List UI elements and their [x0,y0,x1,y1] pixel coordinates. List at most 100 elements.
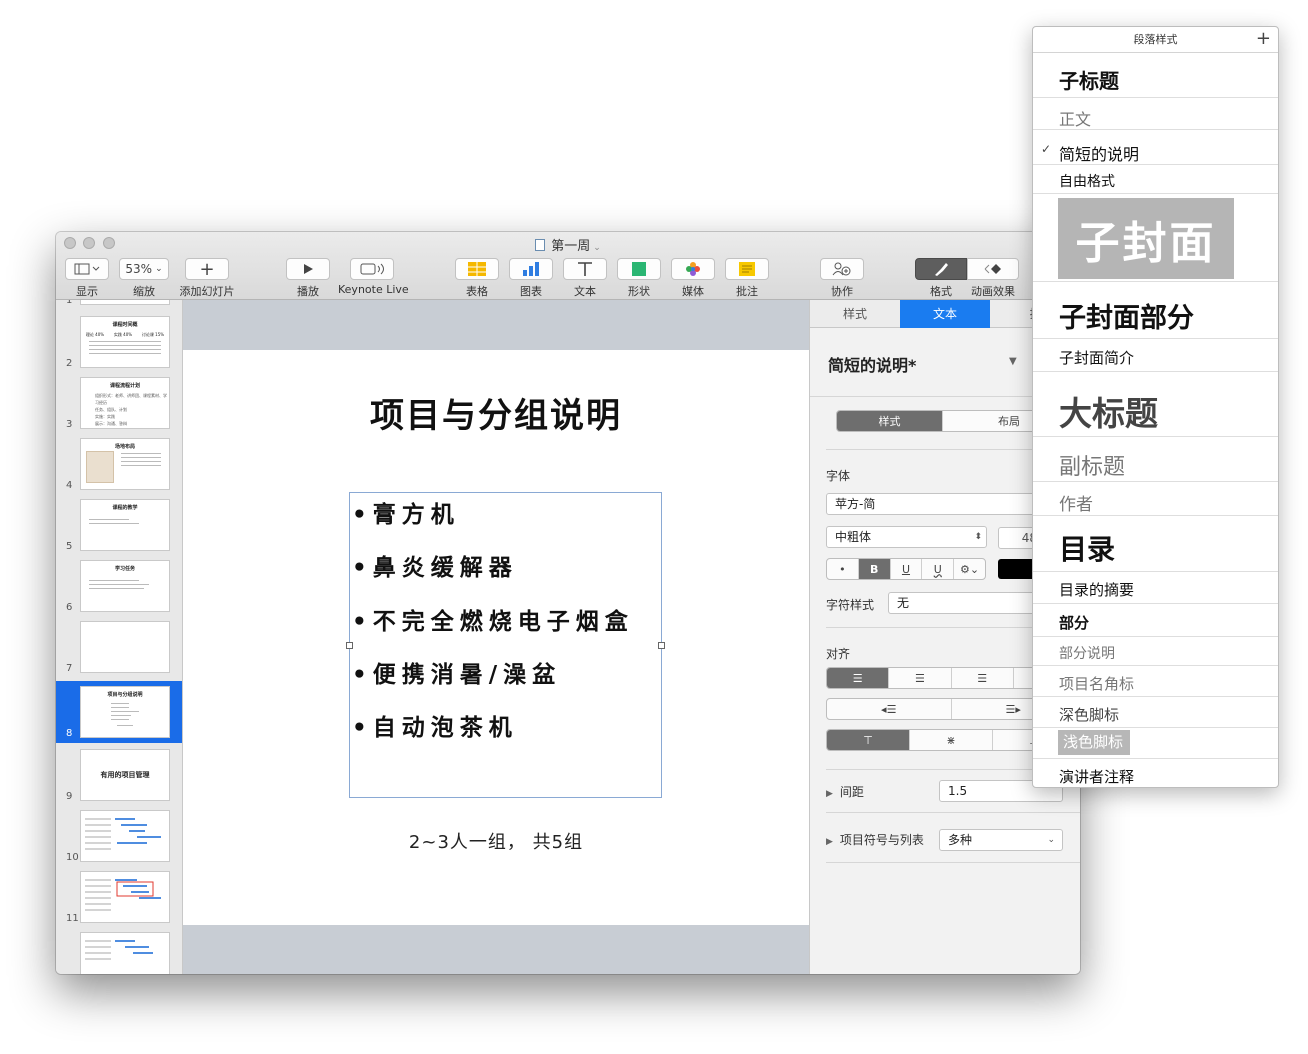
gear-icon[interactable]: ⚙⌄ [954,559,985,579]
style-item-section[interactable]: 部分 [1033,604,1278,637]
comment-button[interactable]: 批注 [724,258,770,299]
font-family-select[interactable]: 苹方-简 [826,493,1066,515]
bullet-item[interactable]: •便携消暑/澡盆 [352,655,561,689]
style-item-subtitle[interactable]: 子标题 [1033,53,1278,98]
char-style-label: 字符样式 [826,598,875,612]
bullets-lists-section[interactable]: ▶ 项目符号与列表 [826,831,924,848]
table-icon [468,262,486,276]
chevron-down-icon: ⌄ [1047,835,1055,845]
slide-title[interactable]: 项目与分组说明 [183,388,809,437]
style-item-body[interactable]: 正文 [1033,98,1278,130]
slide-thumbnail-12[interactable]: 12 [56,929,182,974]
align-right-icon[interactable]: ☰ [952,668,1014,688]
keynote-live-icon [360,263,384,275]
keynote-live-button[interactable]: Keynote Live [338,258,409,296]
underline-button[interactable]: U [891,559,923,579]
bullets-select[interactable]: 多种 ⌄ [939,829,1063,851]
paragraph-style-name[interactable]: 简短的说明* [828,352,916,376]
comment-icon [739,262,755,276]
style-item-freeform[interactable]: 自由格式 [1033,165,1278,194]
style-item-dark-footer[interactable]: 深色脚标 [1033,697,1278,728]
gantt-chart-image [85,818,161,850]
font-weight-select[interactable]: 中粗体 ⬍ [826,526,987,548]
align-left-icon[interactable]: ☰ [827,668,890,688]
bullet-item[interactable]: •不完全燃烧电子烟盒 [352,602,634,636]
bullet-text-box[interactable]: •膏方机 •鼻炎缓解器 •不完全燃烧电子烟盒 •便携消暑/澡盆 •自动泡茶机 [346,492,665,798]
gantt-chart-image [85,879,161,911]
subtab-style[interactable]: 样式 [837,411,943,431]
bullet-style-button[interactable]: • [827,559,859,579]
style-item-section-desc[interactable]: 部分说明 [1033,637,1278,666]
resize-handle[interactable] [658,642,665,649]
bullet-item[interactable]: •自动泡茶机 [352,708,518,742]
document-icon [535,239,546,251]
slide-thumbnail-4[interactable]: 场地布局 4 [56,435,182,495]
gantt-chart-image [85,940,153,960]
style-item-subheading[interactable]: 副标题 [1033,437,1278,482]
view-icon [74,263,100,275]
slide-thumbnail-10[interactable]: 10 [56,807,182,867]
table-button[interactable]: 表格 [454,258,500,299]
map-image [86,451,114,483]
tab-text[interactable]: 文本 [900,300,990,328]
style-item-toc-summary[interactable]: 目录的摘要 [1033,572,1278,604]
style-item-project-corner[interactable]: 项目名角标 [1033,666,1278,697]
style-item-sub-cover-section[interactable]: 子封面部分 [1033,282,1278,339]
tab-style[interactable]: 样式 [810,300,900,328]
format-button[interactable]: 格式 [915,258,967,299]
bold-button[interactable]: B [858,559,891,579]
resize-handle[interactable] [346,642,353,649]
media-button[interactable]: 媒体 [670,258,716,299]
plus-icon[interactable]: + [185,258,229,280]
slide-thumbnail-11[interactable]: 11 [56,868,182,928]
slide-thumbnail-2[interactable]: 课程时间概 理论 40% 实践 40% 讨论课 15% 2 [56,313,182,373]
add-slide-button[interactable]: + 添加幻灯片 [178,258,236,299]
style-item-big-title[interactable]: 大标题 [1033,372,1278,437]
slide-caption[interactable]: 2~3人一组， 共5组 [183,828,809,854]
align-center-icon[interactable]: ☰ [889,668,952,688]
updown-arrows-icon: ⬍ [974,532,982,542]
slide-thumbnail-6[interactable]: 学习任务 6 [56,557,182,617]
chart-icon [523,262,539,276]
triangle-down-icon[interactable]: ▼ [1009,356,1017,367]
disclosure-triangle-icon: ▶ [826,837,833,847]
slide-navigator[interactable]: 1 课程时间概 理论 40% 实践 40% 讨论课 15% 2 课程流程计划 组… [56,300,183,974]
slide[interactable]: 项目与分组说明 •膏方机 •鼻炎缓解器 •不完全燃烧电子烟盒 •便携消暑/澡盆 … [183,350,809,925]
shape-button[interactable]: 形状 [616,258,662,299]
text-button[interactable]: 文本 [562,258,608,299]
zoom-menu[interactable]: 53% ⌄ 缩放 [118,258,170,299]
animate-button[interactable]: 动画效果 [967,258,1019,299]
bullet-item[interactable]: •膏方机 [352,495,460,529]
align-middle-icon[interactable]: ⋇ [910,730,993,750]
slide-thumbnail-7[interactable]: 7 [56,618,182,678]
play-icon [304,264,313,274]
slide-thumbnail-5[interactable]: 课程的教学 5 [56,496,182,556]
decrease-indent-icon[interactable]: ◂☰ [827,699,952,719]
view-menu[interactable]: 显示 [64,258,110,299]
bullet-item[interactable]: •鼻炎缓解器 [352,548,518,582]
window-title[interactable]: 第一周 ⌄ [56,235,1080,254]
style-item-toc[interactable]: 目录 [1033,516,1278,572]
zoom-value: 53% [125,262,153,276]
font-style-buttons[interactable]: • B U U ⚙⌄ [826,558,986,580]
style-item-sub-cover[interactable]: 子封面 [1033,194,1278,282]
add-style-button[interactable]: + [1256,27,1271,51]
slide-thumbnail-8[interactable]: 项目与分组说明 8 [56,681,182,743]
style-item-author[interactable]: 作者 [1033,482,1278,516]
slide-canvas[interactable]: 项目与分组说明 •膏方机 •鼻炎缓解器 •不完全燃烧电子烟盒 •便携消暑/澡盆 … [183,300,809,974]
slide-thumbnail-9[interactable]: 有用的项目管理 9 [56,746,182,806]
collaborate-button[interactable]: 协作 [819,258,865,299]
style-item-sub-cover-intro[interactable]: 子封面简介 [1033,339,1278,372]
style-item-caption[interactable]: ✓ 简短的说明 [1033,130,1278,165]
chevron-down-icon: ⌄ [593,243,601,253]
slide-thumbnail-3[interactable]: 课程流程计划 组织形式：老师、讲师团、课程素材、学习经历 任务、组队、计划 实施… [56,374,182,434]
align-top-icon[interactable]: ⊤ [827,730,910,750]
spacing-section[interactable]: ▶ 间距 [826,783,864,800]
play-button[interactable]: 播放 [285,258,331,299]
chart-button[interactable]: 图表 [508,258,554,299]
style-item-light-footer[interactable]: 浅色脚标 [1033,728,1278,759]
style-item-presenter-notes[interactable]: 演讲者注释 [1033,759,1278,787]
slide-thumbnail-1[interactable]: 1 [56,300,182,310]
strikethrough-button[interactable]: U [922,559,955,579]
animate-icon [984,264,1001,274]
